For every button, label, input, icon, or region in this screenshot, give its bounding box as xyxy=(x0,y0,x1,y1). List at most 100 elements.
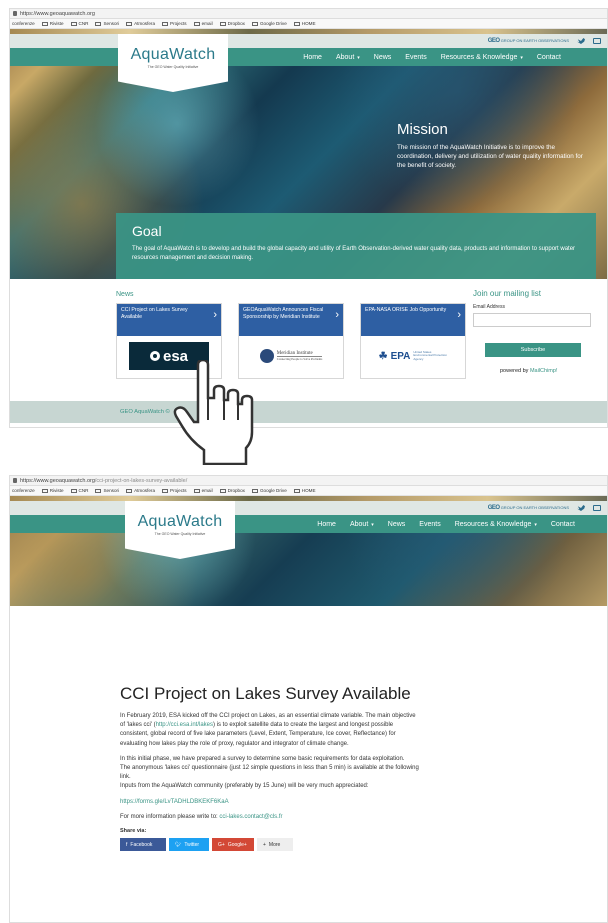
address-bar[interactable]: https://www.geoaquawatch.org/cci-project… xyxy=(10,476,607,486)
powered-by: powered by MailChimp! xyxy=(500,368,558,374)
bookmark-label: email xyxy=(201,488,213,493)
news-card[interactable]: EPA-NASA ORISE Job Opportunity › ☘ EPA Unit… xyxy=(360,303,466,379)
url-text[interactable]: https://www.geoaquawatch.org/cci-project… xyxy=(20,478,187,484)
url-text[interactable]: https://www.geoaquawatch.org xyxy=(20,11,95,17)
chevron-right-icon: › xyxy=(213,309,217,321)
bookmark-item[interactable]: CNR xyxy=(70,21,89,26)
nav-resources[interactable]: Resources & Knowledge ▾ xyxy=(441,54,523,61)
plus-icon: + xyxy=(263,841,266,848)
lock-icon xyxy=(13,11,17,16)
aquawatch-logo[interactable]: AquaWatch The GEO Water Quality Initiati… xyxy=(118,34,228,92)
google-share-button[interactable]: G+ Google+ xyxy=(212,838,254,852)
nav-contact[interactable]: Contact xyxy=(537,54,561,61)
article-paragraph: https://forms.gle/LvTADHLDBKEKF6KaA xyxy=(120,798,420,807)
twitter-icon[interactable] xyxy=(577,505,585,511)
cci-lakes-link[interactable]: http://cci.esa.int/lakes xyxy=(156,722,213,728)
mission-block: Mission The mission of the AquaWatch Ini… xyxy=(397,121,587,170)
chevron-right-icon: › xyxy=(457,309,461,321)
twitter-icon[interactable] xyxy=(577,38,585,44)
bookmark-item[interactable]: Atmosfera xyxy=(126,488,155,493)
twitter-share-button[interactable]: 🐦︎ Twitter xyxy=(169,838,209,852)
bookmark-item[interactable]: Atmosfera xyxy=(126,21,155,26)
goal-title: Goal xyxy=(132,223,162,239)
bookmark-item[interactable]: conferenze xyxy=(12,488,35,493)
epa-logo[interactable]: ☘ EPA United States Environmental Protecti… xyxy=(373,342,453,370)
mailchimp-link[interactable]: MailChimp! xyxy=(530,368,558,374)
address-bar[interactable]: https://www.geoaquawatch.org xyxy=(10,9,607,19)
folder-icon xyxy=(219,488,226,493)
folder-icon xyxy=(126,21,133,26)
chevron-down-icon: ▾ xyxy=(520,54,523,61)
nav-events[interactable]: Events xyxy=(419,521,440,528)
bookmark-item[interactable]: Sensori xyxy=(95,488,119,493)
bookmark-label: Dropbox xyxy=(227,21,245,26)
bookmark-item[interactable]: Google Drive xyxy=(251,488,287,493)
mail-icon[interactable] xyxy=(593,38,601,44)
email-input[interactable] xyxy=(473,313,591,327)
nav-resources[interactable]: Resources & Knowledge ▾ xyxy=(455,521,537,528)
facebook-share-button[interactable]: f Facebook xyxy=(120,838,166,852)
bookmark-item[interactable]: Sensori xyxy=(95,21,119,26)
bookmarks-bar: conferenze Riviste CNR Sensori Atmosfera Proj… xyxy=(10,486,607,496)
bookmark-item[interactable]: HOME xyxy=(293,21,316,26)
bookmark-label: conferenze xyxy=(12,488,35,493)
bookmark-item[interactable]: conferenze xyxy=(12,21,35,26)
bookmark-label: CNR xyxy=(78,21,89,26)
bookmark-item[interactable]: email xyxy=(193,21,213,26)
nav-home[interactable]: Home xyxy=(303,54,322,61)
nav-news[interactable]: News xyxy=(374,54,392,61)
folder-icon xyxy=(41,488,48,493)
hand-cursor-icon xyxy=(173,360,254,465)
chevron-down-icon: ▾ xyxy=(534,521,537,528)
bookmark-item[interactable]: Dropbox xyxy=(219,488,245,493)
folder-icon xyxy=(251,21,258,26)
bookmark-label: Projects xyxy=(170,21,187,26)
footer: GEO AquaWatch © admin xyxy=(10,401,607,423)
nav-about[interactable]: About ▾ xyxy=(336,54,360,61)
article-paragraph: The anonymous 'lakes cci' questionnaire … xyxy=(120,765,419,781)
chevron-down-icon: ▾ xyxy=(357,54,360,61)
nav-events[interactable]: Events xyxy=(405,54,426,61)
screenshot-article: https://www.geoaquawatch.org/cci-project… xyxy=(9,475,608,923)
bookmarks-bar: conferenze Riviste CNR Sensori Atmosfera Proj… xyxy=(10,19,607,29)
contact-email-link[interactable]: cci-lakes.contact@cls.fr xyxy=(219,814,282,820)
bookmark-item[interactable]: Google Drive xyxy=(251,21,287,26)
nav-about[interactable]: About ▾ xyxy=(350,521,374,528)
nav-news[interactable]: News xyxy=(388,521,406,528)
bookmark-item[interactable]: Projects xyxy=(162,488,187,493)
folder-icon xyxy=(251,488,258,493)
news-card-title[interactable]: EPA-NASA ORISE Job Opportunity › xyxy=(361,304,465,336)
esa-dot-icon xyxy=(149,351,160,361)
bookmark-item[interactable]: Dropbox xyxy=(219,21,245,26)
mail-icon[interactable] xyxy=(593,505,601,511)
nav-home[interactable]: Home xyxy=(317,521,336,528)
news-card-title[interactable]: CCI Project on Lakes Survey Available › xyxy=(117,304,221,336)
bookmark-item[interactable]: Riviste xyxy=(41,488,64,493)
goal-text: The goal of AquaWatch is to develop and … xyxy=(132,246,576,261)
mailing-title: Join our mailing list xyxy=(473,289,542,298)
news-card-title[interactable]: GEOAquaWatch Announces Fiscal Sponsorshi… xyxy=(239,304,343,336)
bookmark-item[interactable]: Riviste xyxy=(41,21,64,26)
folder-icon xyxy=(70,21,77,26)
bookmark-item[interactable]: HOME xyxy=(293,488,316,493)
geo-logo[interactable]: GEO GROUP ON EARTH OBSERVATIONS xyxy=(488,38,569,44)
aquawatch-logo[interactable]: AquaWatch The GEO Water Quality Initiati… xyxy=(125,501,235,559)
share-buttons: f Facebook 🐦︎ Twitter G+ Google+ + More xyxy=(120,838,420,852)
email-label: Email Address xyxy=(473,304,505,310)
bookmark-label: Projects xyxy=(170,488,187,493)
geo-logo[interactable]: GEO GROUP ON EARTH OBSERVATIONS xyxy=(488,505,569,511)
bookmark-label: Riviste xyxy=(49,21,64,26)
bookmark-item[interactable]: Projects xyxy=(162,21,187,26)
article-title: CCI Project on Lakes Survey Available xyxy=(120,684,411,703)
subscribe-button[interactable]: Subscribe xyxy=(485,343,581,357)
bookmark-item[interactable]: email xyxy=(193,488,213,493)
chevron-right-icon: › xyxy=(335,309,339,321)
goal-block: Goal The goal of AquaWatch is to develop… xyxy=(116,213,596,279)
folder-icon xyxy=(95,21,102,26)
main-nav: Home About ▾ News Events Resources & Know… xyxy=(10,515,607,533)
nav-contact[interactable]: Contact xyxy=(551,521,575,528)
more-share-button[interactable]: + More xyxy=(257,838,293,852)
survey-form-link[interactable]: https://forms.gle/LvTADHLDBKEKF6KaA xyxy=(120,799,229,805)
article-paragraph: In this initial phase, we have prepared … xyxy=(120,755,405,762)
bookmark-item[interactable]: CNR xyxy=(70,488,88,493)
